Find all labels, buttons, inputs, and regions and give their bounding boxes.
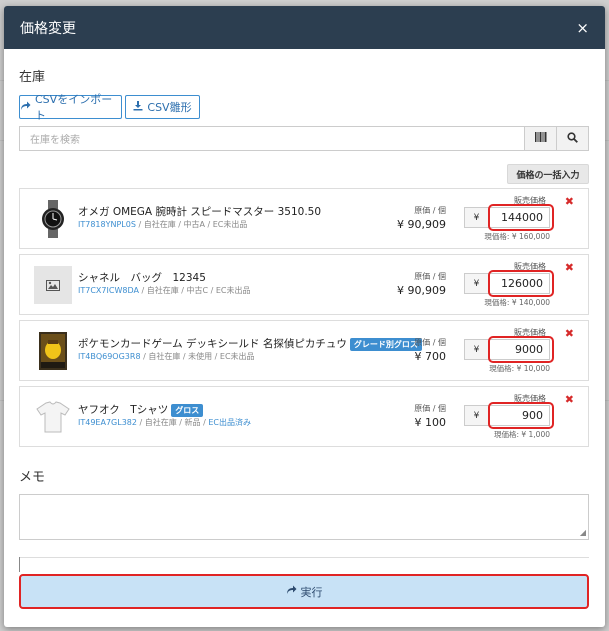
barcode-scan-button[interactable]: [524, 127, 556, 150]
share-icon: [20, 101, 31, 114]
cost-label: 原価 / 個: [414, 404, 446, 413]
sale-price-input[interactable]: 900: [489, 406, 549, 425]
sale-price-input[interactable]: 144000: [489, 208, 549, 227]
item-meta: IT4BQ69OG3R8 / 自社在庫 / 未使用 / EC未出品: [78, 351, 255, 362]
item-code-link[interactable]: IT4BQ69OG3R8: [78, 352, 141, 361]
stock-item: ポケモンカードゲーム デッキシールド 名探偵ピカチュウ グレード別グロス IT4B…: [19, 320, 589, 381]
text-cursor: [19, 557, 20, 572]
sale-price-group: ¥ 900: [464, 405, 550, 426]
sale-price-input[interactable]: 126000: [489, 274, 549, 293]
item-name: シャネル バッグ 12345: [78, 270, 206, 285]
item-meta-text: / 自社在庫 / 新品 /: [136, 418, 209, 427]
current-price: 現価格: ¥ 10,000: [489, 364, 550, 373]
remove-item-icon[interactable]: ✖: [565, 195, 574, 208]
item-meta-text: / 自社在庫 / 中古A / EC未出品: [135, 220, 248, 229]
resize-grip-icon[interactable]: ◢: [580, 528, 586, 537]
item-name-text: シャネル バッグ 12345: [78, 272, 206, 284]
stock-item: オメガ OMEGA 腕時計 スピードマスター 3510.50 IT7818YNP…: [19, 188, 589, 249]
stock-item: シャネル バッグ 12345 IT7CX7ICW8DA / 自社在庫 / 中古C…: [19, 254, 589, 315]
csv-template-button[interactable]: CSV雛形: [125, 95, 200, 119]
execute-label: 実行: [300, 585, 323, 599]
item-meta: IT7818YNPL0S / 自社在庫 / 中古A / EC未出品: [78, 219, 247, 230]
modal-title: 価格変更: [20, 20, 76, 37]
share-icon: [286, 585, 297, 598]
yen-addon: ¥: [465, 340, 489, 359]
execute-button[interactable]: 実行: [19, 574, 589, 609]
csv-import-button[interactable]: CSVをインポート: [19, 93, 122, 122]
item-meta: IT7CX7ICW8DA / 自社在庫 / 中古C / EC未出品: [78, 285, 251, 296]
sale-price-group: ¥ 144000: [464, 207, 550, 228]
ec-listed-link[interactable]: EC出品済み: [208, 418, 251, 427]
download-icon: [133, 100, 143, 114]
cost-label: 原価 / 個: [414, 272, 446, 281]
modal-header: 価格変更 ×: [4, 6, 605, 49]
cost-value: ¥ 700: [414, 350, 447, 363]
item-name: オメガ OMEGA 腕時計 スピードマスター 3510.50: [78, 204, 321, 219]
sale-price-label: 販売価格: [514, 196, 546, 205]
item-name: ポケモンカードゲーム デッキシールド 名探偵ピカチュウ グレード別グロス: [78, 336, 422, 351]
item-thumbnail-card: [34, 332, 72, 370]
grade-badge: グレード別グロス: [349, 338, 422, 351]
cost-label: 原価 / 個: [414, 338, 446, 347]
sale-price-label: 販売価格: [514, 262, 546, 271]
yen-addon: ¥: [465, 406, 489, 425]
cost-value: ¥ 100: [414, 416, 447, 429]
item-name-text: ヤフオク Tシャツ: [78, 404, 169, 416]
stock-search-input[interactable]: 在庫を検索: [20, 127, 524, 150]
item-name: ヤフオク Tシャツ グロス: [78, 402, 204, 417]
item-thumbnail-watch: [34, 200, 72, 238]
item-meta: IT49EA7GL382 / 自社在庫 / 新品 / EC出品済み: [78, 417, 251, 428]
current-price: 現価格: ¥ 140,000: [484, 298, 550, 307]
sale-price-label: 販売価格: [514, 328, 546, 337]
price-change-modal: 価格変更 × 在庫 CSVをインポート CSV雛形 在庫を検索 価格の一括入力: [4, 6, 605, 627]
footer-divider: [19, 557, 589, 558]
remove-item-icon[interactable]: ✖: [565, 327, 574, 340]
search-button[interactable]: [556, 127, 588, 150]
stock-search-group: 在庫を検索: [19, 126, 589, 151]
item-name-text: ポケモンカードゲーム デッキシールド 名探偵ピカチュウ: [78, 338, 347, 350]
image-placeholder-icon: [34, 266, 72, 304]
item-code-link[interactable]: IT49EA7GL382: [78, 418, 137, 427]
remove-item-icon[interactable]: ✖: [565, 393, 574, 406]
yen-addon: ¥: [465, 208, 489, 227]
grade-badge: グロス: [171, 404, 204, 417]
remove-item-icon[interactable]: ✖: [565, 261, 574, 274]
csv-template-label: CSV雛形: [147, 101, 192, 114]
cost-label: 原価 / 個: [414, 206, 446, 215]
item-code-link[interactable]: IT7818YNPL0S: [78, 220, 136, 229]
item-name-text: オメガ OMEGA 腕時計 スピードマスター 3510.50: [78, 206, 322, 218]
item-code-link[interactable]: IT7CX7ICW8DA: [78, 286, 139, 295]
current-price: 現価格: ¥ 160,000: [484, 232, 550, 241]
barcode-icon: [534, 132, 547, 145]
sale-price-label: 販売価格: [514, 394, 546, 403]
memo-label: メモ: [19, 470, 46, 485]
stock-section-label: 在庫: [19, 70, 46, 85]
item-thumbnail-tshirt: [34, 398, 72, 436]
bulk-price-button[interactable]: 価格の一括入力: [507, 164, 589, 184]
item-meta-text: / 自社在庫 / 中古C / EC未出品: [138, 286, 251, 295]
current-price: 現価格: ¥ 1,000: [493, 430, 550, 439]
cost-value: ¥ 90,909: [397, 218, 446, 231]
close-icon[interactable]: ×: [576, 19, 589, 37]
sale-price-group: ¥ 9000: [464, 339, 550, 360]
cost-value: ¥ 90,909: [397, 284, 446, 297]
yen-addon: ¥: [465, 274, 489, 293]
sale-price-input[interactable]: 9000: [489, 340, 549, 359]
sale-price-group: ¥ 126000: [464, 273, 550, 294]
csv-import-label: CSVをインポート: [35, 93, 113, 122]
memo-textarea[interactable]: ◢: [19, 494, 589, 540]
item-meta-text: / 自社在庫 / 未使用 / EC未出品: [140, 352, 255, 361]
stock-item: ヤフオク Tシャツ グロス IT49EA7GL382 / 自社在庫 / 新品 / …: [19, 386, 589, 447]
search-icon: [567, 131, 578, 146]
